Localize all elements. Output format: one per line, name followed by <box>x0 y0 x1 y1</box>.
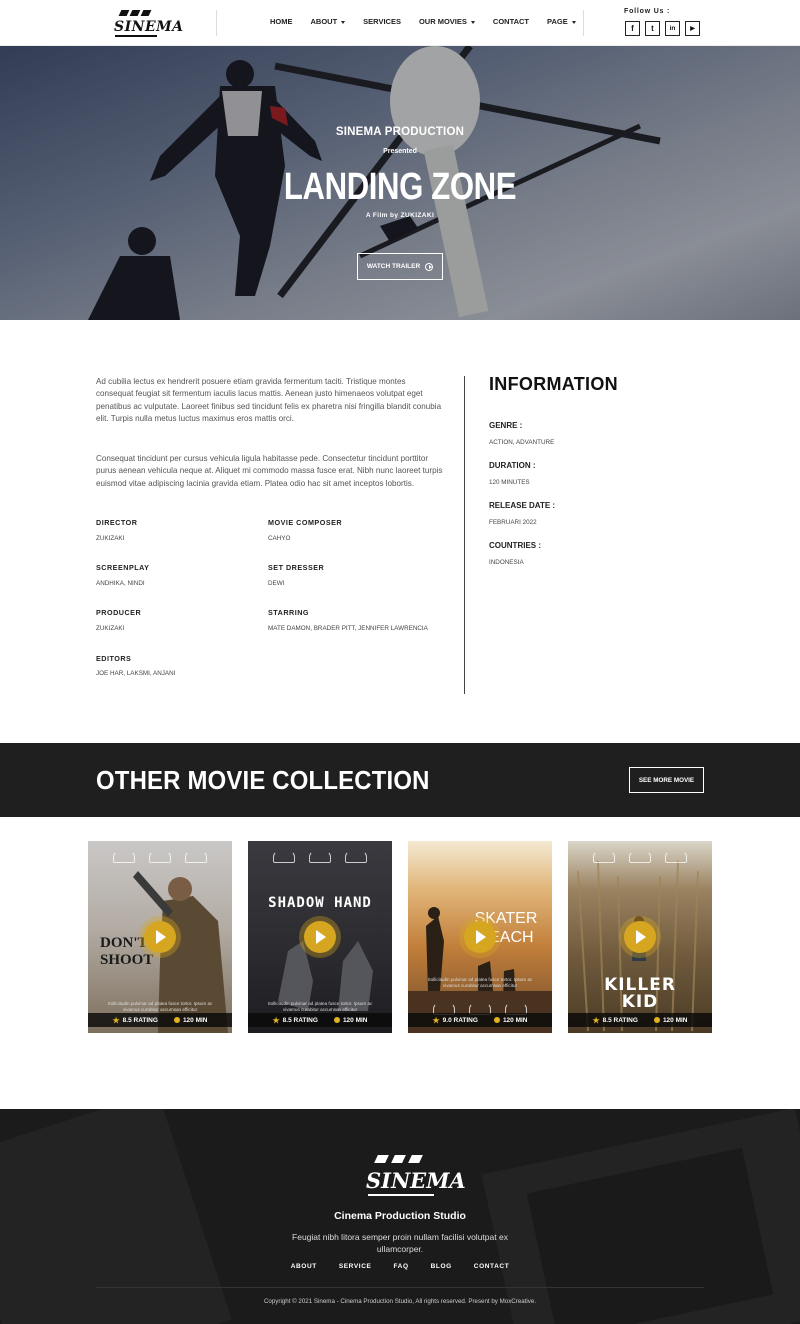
info-label: DURATION : <box>489 461 536 470</box>
clock-icon <box>333 1017 340 1023</box>
divider <box>96 1287 704 1288</box>
information-title: INFORMATION <box>489 374 618 394</box>
star-icon: ★ <box>272 1015 280 1025</box>
nav-item-services[interactable]: SERVICES <box>363 17 401 26</box>
hero-byline: A Film by ZUKIZAKI <box>365 212 435 219</box>
footer-link-blog[interactable]: BLOG <box>431 1263 452 1270</box>
footer-title: Cinema Production Studio <box>334 1210 466 1222</box>
credit-value: MATE DAMON, BRADER PITT, JENNIFER LAWREN… <box>268 625 428 632</box>
site-logo[interactable]: SINEMA <box>114 8 183 38</box>
movie-stats: ★ 9.0 RATING 120 MIN <box>408 1013 552 1027</box>
play-icon[interactable] <box>464 921 496 953</box>
star-icon: ★ <box>592 1015 600 1025</box>
clock-icon <box>493 1017 500 1023</box>
facebook-icon[interactable]: f <box>625 21 640 36</box>
footer-link-contact[interactable]: CONTACT <box>474 1263 510 1270</box>
footer-links: ABOUT SERVICE FAQ BLOG CONTACT <box>0 1263 800 1270</box>
social-links: f t in ▶ <box>625 21 700 36</box>
follow-label: Follow Us : <box>624 8 671 15</box>
copyright-text: Copyright © 2021 Sinema - Cinema Product… <box>263 1298 537 1305</box>
play-icon[interactable] <box>624 921 656 953</box>
credit-label: MOVIE COMPOSER <box>268 518 343 527</box>
play-icon[interactable] <box>304 921 336 953</box>
chevron-down-icon <box>470 20 475 24</box>
twitter-icon[interactable]: t <box>645 21 660 36</box>
linkedin-icon[interactable]: in <box>665 21 680 36</box>
clapperboard-icon <box>116 8 156 18</box>
clock-icon <box>653 1017 660 1023</box>
hero-presented: Presented <box>383 148 417 155</box>
hero-title: LANDING ZONE <box>283 166 517 208</box>
nav-item-contact[interactable]: CONTACT <box>493 17 529 26</box>
info-value: INDONESIA <box>489 559 524 566</box>
footer-link-service[interactable]: SERVICE <box>339 1263 372 1270</box>
nav-item-our-movies[interactable]: OUR MOVIES <box>419 17 475 26</box>
credit-value: JOE HAR, LAKSMI, ANJANI <box>96 670 176 677</box>
see-more-movie-button[interactable]: SEE MORE MOVIE <box>629 767 704 793</box>
footer-logo[interactable]: SINEMA <box>366 1151 466 1199</box>
movie-stats: ★ 8.5 RATING 120 MIN <box>88 1013 232 1027</box>
credit-label: SCREENPLAY <box>96 563 150 572</box>
collection-title: OTHER MOVIE COLLECTION <box>96 765 430 795</box>
movie-card[interactable]: DON'T SHOOT Sollicitudin pulvinar ad plat… <box>88 841 232 1033</box>
collection-band: OTHER MOVIE COLLECTION SEE MORE MOVIE <box>0 743 800 817</box>
star-icon: ★ <box>432 1015 440 1025</box>
play-circle-icon <box>425 262 434 271</box>
footer-description: Feugiat nibh litora semper proin nullam … <box>292 1232 508 1254</box>
info-value: ACTION, ADVANTURE <box>489 439 555 446</box>
info-label: RELEASE DATE : <box>489 501 556 510</box>
footer-link-about[interactable]: ABOUT <box>291 1263 317 1270</box>
footer-logo-text: SINEMA <box>366 1168 466 1193</box>
hero-banner: SINEMA PRODUCTION Presented LANDING ZONE… <box>0 46 800 320</box>
info-value: 120 MINUTES <box>489 479 530 486</box>
credit-value: DEWI <box>268 580 285 587</box>
movie-stats: ★ 8.5 RATING 120 MIN <box>568 1013 712 1027</box>
footer-link-faq[interactable]: FAQ <box>393 1263 408 1270</box>
chevron-down-icon <box>341 20 346 24</box>
hero-studio: SINEMA PRODUCTION <box>335 126 465 138</box>
site-footer: SINEMA Cinema Production Studio Feugiat … <box>0 1109 800 1324</box>
nav-item-page[interactable]: PAGE <box>547 17 576 26</box>
poster-title: KILLER KID <box>604 975 676 1012</box>
credit-value: ZUKIZAKI <box>96 535 125 542</box>
movie-card[interactable]: SKATER BEACH Sollicitudin pulvinar ad pla… <box>408 841 552 1033</box>
description-paragraph: Ad cubilia lectus ex hendrerit posuere e… <box>96 377 442 423</box>
credit-value: ANDHIKA, NINDI <box>96 580 145 587</box>
movie-stats: ★ 8.5 RATING 120 MIN <box>248 1013 392 1027</box>
poster-title: SHADOW HAND <box>268 895 372 911</box>
credit-label: DIRECTOR <box>96 518 138 527</box>
chevron-down-icon <box>571 20 576 24</box>
star-icon: ★ <box>112 1015 120 1025</box>
info-value: FEBRUARI 2022 <box>489 519 537 526</box>
nav-item-about[interactable]: ABOUT <box>311 17 346 26</box>
credit-label: SET DRESSER <box>268 563 325 572</box>
logo-text: SINEMA <box>114 19 184 35</box>
main-nav: HOME ABOUT SERVICES OUR MOVIES CONTACT P… <box>270 17 594 26</box>
credit-label: EDITORS <box>96 654 132 663</box>
divider <box>464 376 465 694</box>
info-label: GENRE : <box>489 421 523 430</box>
clock-icon <box>173 1017 180 1023</box>
credit-value: ZUKIZAKI <box>96 625 125 632</box>
description-paragraph: Consequat tincidunt per cursus vehicula … <box>96 454 443 488</box>
credit-label: STARRING <box>268 608 309 617</box>
site-header: SINEMA HOME ABOUT SERVICES OUR MOVIES CO… <box>0 0 800 46</box>
nav-item-home[interactable]: HOME <box>270 17 293 26</box>
credit-label: PRODUCER <box>96 608 142 617</box>
watch-trailer-button[interactable]: WATCH TRAILER <box>357 253 443 280</box>
youtube-icon[interactable]: ▶ <box>685 21 700 36</box>
play-icon[interactable] <box>144 921 176 953</box>
info-label: COUNTRIES : <box>489 541 541 550</box>
movie-card[interactable]: KILLER KID ★ 8.5 RATING 120 MIN <box>568 841 712 1033</box>
credit-value: CAHYO <box>268 535 291 542</box>
movie-card[interactable]: SHADOW HAND Sollicitudin pulvinar ad pla… <box>248 841 392 1033</box>
